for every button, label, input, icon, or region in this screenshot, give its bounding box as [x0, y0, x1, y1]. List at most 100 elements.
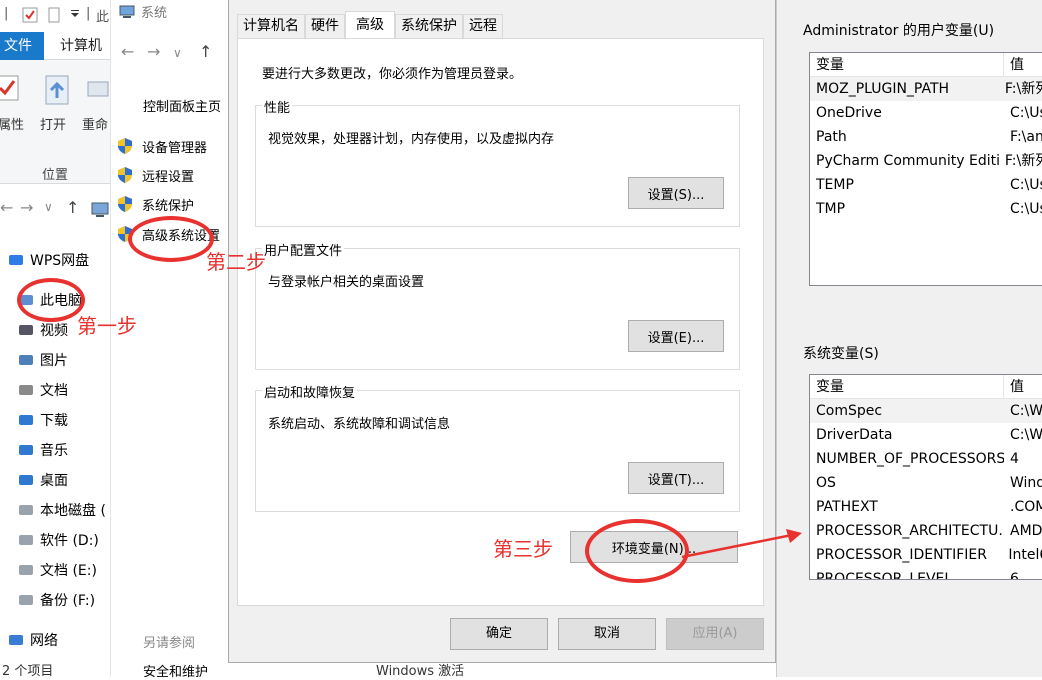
tab-3[interactable]: 系统保护: [395, 14, 463, 38]
nav-item-label: 图片: [40, 353, 68, 369]
group-settings-button-1[interactable]: 设置(E)...: [628, 320, 724, 352]
ok-button[interactable]: 确定: [450, 618, 548, 650]
column-value[interactable]: 值: [1004, 53, 1024, 76]
user-variables-list[interactable]: 变量 值 MOZ_PLUGIN_PATH F:\新列 OneDrive C:\Us Pa…: [809, 52, 1042, 286]
system-link-2[interactable]: 系统保护: [116, 191, 194, 217]
nav-item-12[interactable]: 网络: [0, 625, 110, 655]
variable-row[interactable]: MOZ_PLUGIN_PATH F:\新列: [810, 77, 1042, 101]
drive-icon: [19, 535, 33, 545]
nav-item-label: 备份 (F:): [40, 593, 96, 609]
variable-row[interactable]: OneDrive C:\Us: [810, 101, 1042, 125]
recent-dropdown-icon[interactable]: ∨: [44, 200, 53, 214]
system-variables-list[interactable]: 变量 值 ComSpec C:\Wi DriverData C:\Wi NUMBER_O…: [809, 374, 1042, 580]
variable-row[interactable]: NUMBER_OF_PROCESSORS 4: [810, 447, 1042, 471]
location-group-label: 位置: [42, 168, 69, 183]
nav-item-0[interactable]: WPS网盘: [0, 245, 110, 275]
rename-label[interactable]: 重命: [82, 114, 108, 133]
nav-item-8[interactable]: 本地磁盘 (: [0, 495, 110, 525]
properties-check-icon[interactable]: [22, 7, 38, 23]
column-value[interactable]: 值: [1004, 375, 1024, 398]
group-settings-button-0[interactable]: 设置(S)...: [628, 177, 724, 209]
open-label[interactable]: 打开: [40, 114, 66, 133]
nav-item-3[interactable]: 图片: [0, 345, 110, 375]
up-arrow-icon[interactable]: ↑: [66, 198, 79, 217]
variable-value: F:\新列: [1004, 81, 1042, 97]
up-arrow-icon[interactable]: ↑: [199, 42, 212, 61]
tab-2[interactable]: 高级: [345, 11, 395, 38]
variable-row[interactable]: PATHEXT .COM: [810, 495, 1042, 519]
variable-row[interactable]: PROCESSOR_IDENTIFIER Intel6: [810, 543, 1042, 567]
variable-value: AMD: [1010, 523, 1042, 539]
variable-row[interactable]: TMP C:\Us: [810, 197, 1042, 221]
uac-shield-icon: [118, 196, 132, 212]
step2-label: 第二步: [206, 250, 266, 274]
open-icon[interactable]: [42, 74, 72, 106]
nav-item-7[interactable]: 桌面: [0, 465, 110, 495]
variable-row[interactable]: OS Wind: [810, 471, 1042, 495]
nav-item-11[interactable]: 备份 (F:): [0, 585, 110, 615]
nav-item-5[interactable]: 下载: [0, 405, 110, 435]
cancel-button[interactable]: 取消: [558, 618, 656, 650]
variable-name: PROCESSOR_ARCHITECTU...: [816, 523, 1004, 539]
tab-computer[interactable]: 计算机: [60, 32, 102, 60]
column-variable[interactable]: 变量: [810, 53, 1004, 76]
variable-row[interactable]: PyCharm Community Editi... F:\新列: [810, 149, 1042, 173]
back-arrow-icon[interactable]: ←: [121, 42, 134, 61]
tab-1[interactable]: 硬件: [305, 14, 345, 38]
variable-row[interactable]: Path F:\an: [810, 125, 1042, 149]
nav-item-label: 本地磁盘 (: [40, 503, 106, 519]
nav-item-4[interactable]: 文档: [0, 375, 110, 405]
variable-name: PROCESSOR_LEVEL: [816, 571, 953, 580]
forward-arrow-icon[interactable]: →: [20, 198, 33, 217]
variable-name: OneDrive: [816, 105, 882, 121]
system-link-0[interactable]: 设备管理器: [116, 133, 207, 159]
variable-row[interactable]: PROCESSOR_LEVEL 6: [810, 567, 1042, 580]
user-variables-label: Administrator 的用户变量(U): [803, 23, 995, 39]
download-folder-icon: [19, 415, 33, 425]
system-link-label: 远程设置: [142, 169, 195, 185]
system-variables-label: 系统变量(S): [803, 346, 879, 362]
variable-row[interactable]: PROCESSOR_ARCHITECTU... AMD: [810, 519, 1042, 543]
system-link-1[interactable]: 远程设置: [116, 162, 194, 188]
qat-dropdown-icon[interactable]: [70, 10, 80, 20]
uac-shield-icon: [118, 138, 132, 154]
group-title: 用户配置文件: [262, 240, 345, 259]
forward-arrow-icon[interactable]: →: [147, 42, 160, 61]
variable-row[interactable]: ComSpec C:\Wi: [810, 399, 1042, 423]
back-arrow-icon[interactable]: ←: [0, 198, 13, 217]
drive-icon: [19, 565, 33, 575]
nav-item-label: 下载: [40, 413, 68, 429]
nav-item-9[interactable]: 软件 (D:): [0, 525, 110, 555]
tab-4[interactable]: 远程: [463, 14, 503, 38]
column-variable[interactable]: 变量: [810, 375, 1004, 398]
picture-folder-icon: [19, 355, 33, 365]
new-folder-icon[interactable]: [46, 7, 62, 23]
recent-dropdown-icon[interactable]: ∨: [173, 46, 182, 60]
nav-item-10[interactable]: 文档 (E:): [0, 555, 110, 585]
music-folder-icon: [19, 445, 33, 455]
security-maintenance-link[interactable]: 安全和维护: [143, 661, 208, 680]
control-panel-home-link[interactable]: 控制面板主页: [143, 96, 221, 115]
tab-file[interactable]: 文件: [0, 32, 44, 60]
properties-label[interactable]: 属性: [0, 114, 24, 133]
nav-item-label: 音乐: [40, 443, 68, 459]
properties-icon[interactable]: [0, 72, 22, 102]
admin-notice: 要进行大多数更改，你必须作为管理员登录。: [262, 67, 523, 82]
apply-button[interactable]: 应用(A): [666, 618, 764, 650]
group-settings-button-2[interactable]: 设置(T)...: [628, 462, 724, 494]
group-title: 启动和故障恢复: [262, 382, 358, 401]
cloud-icon: [9, 255, 23, 265]
variable-row[interactable]: TEMP C:\Us: [810, 173, 1042, 197]
ribbon-tabs: 文件 计算机: [0, 32, 110, 60]
step1-circle: [17, 278, 85, 322]
variable-row[interactable]: DriverData C:\Wi: [810, 423, 1042, 447]
rename-icon[interactable]: [86, 80, 110, 100]
nav-item-6[interactable]: 音乐: [0, 435, 110, 465]
explorer-address-bar: ← → ∨ ↑: [0, 196, 110, 224]
tab-0[interactable]: 计算机名: [237, 14, 305, 38]
network-icon: [9, 635, 23, 645]
group-description: 系统启动、系统故障和调试信息: [268, 417, 451, 432]
variable-value: C:\Us: [1010, 177, 1042, 193]
nav-item-label: WPS网盘: [30, 253, 90, 269]
see-also-heading: 另请参阅: [143, 636, 196, 651]
